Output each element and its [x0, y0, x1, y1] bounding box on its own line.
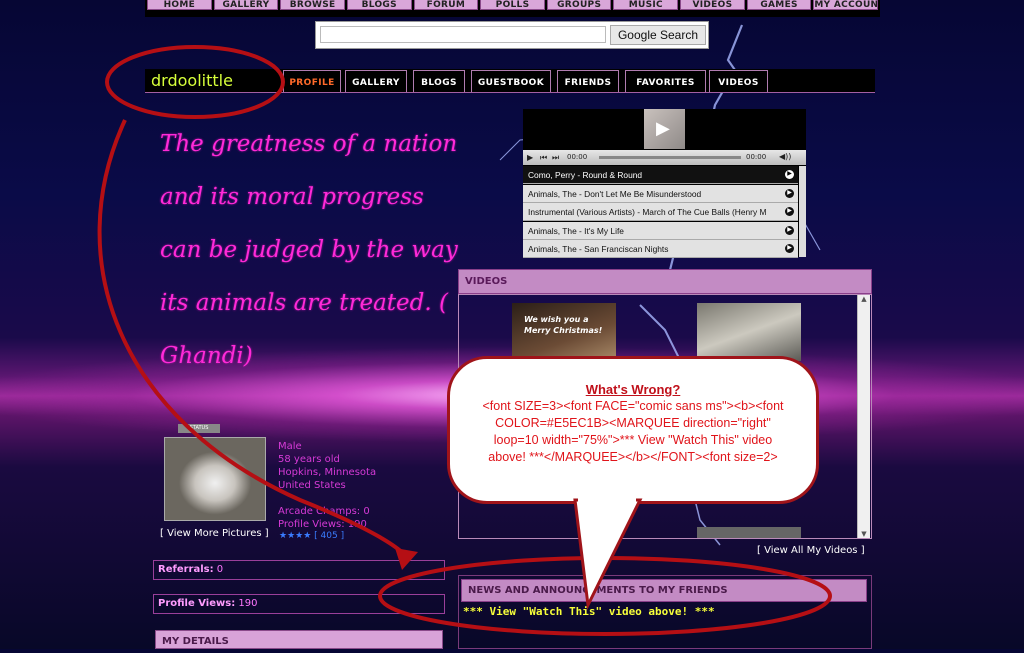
annotation-arrow — [97, 119, 407, 557]
callout-pointer — [573, 498, 643, 611]
username-circle-annotation — [105, 45, 285, 119]
annotation-overlay — [97, 45, 832, 636]
callout-pointer-cover — [578, 496, 636, 504]
arrow-head-icon — [395, 548, 418, 570]
